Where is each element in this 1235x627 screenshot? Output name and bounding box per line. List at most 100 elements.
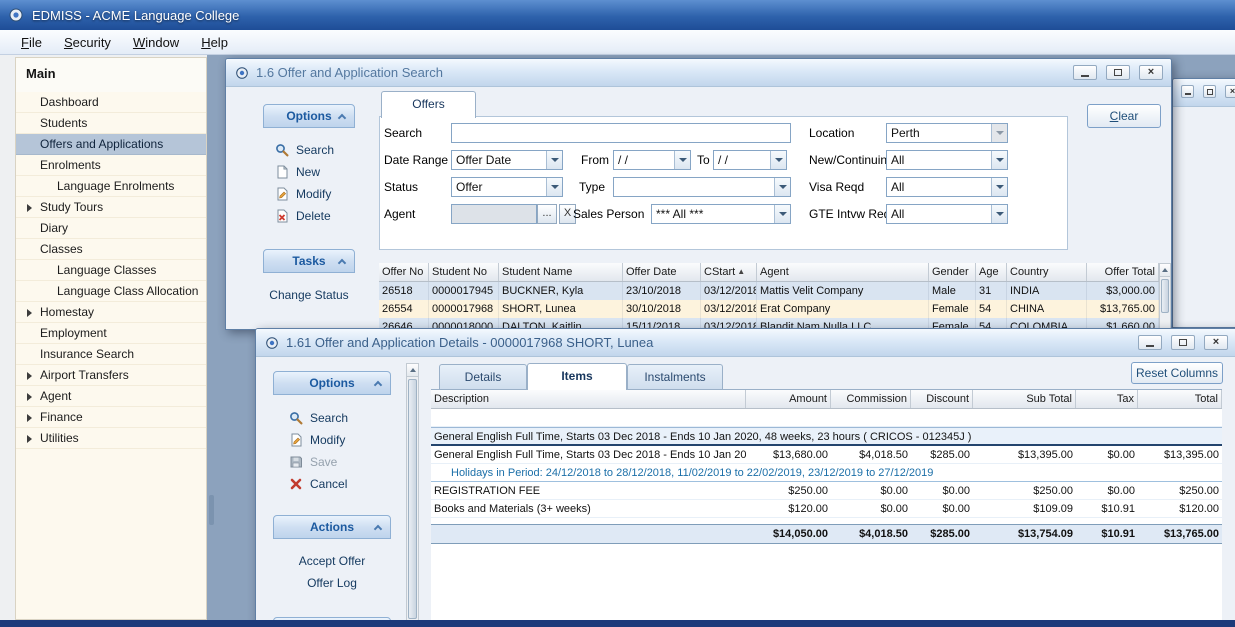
tab-instalments[interactable]: Instalments	[627, 364, 723, 390]
sidebar-item-agent[interactable]: Agent	[16, 386, 206, 407]
table-row[interactable]: Books and Materials (3+ weeks) $120.00 $…	[431, 500, 1222, 518]
column-header-student-no[interactable]: Student No	[429, 263, 499, 281]
results-grid-scrollbar[interactable]	[1159, 263, 1171, 330]
delete-button[interactable]: Delete	[263, 205, 355, 227]
sidebar-splitter[interactable]	[209, 495, 214, 525]
sidebar-item-offers-and-applications[interactable]: Offers and Applications	[16, 134, 206, 155]
location-select[interactable]: Perth	[886, 123, 1008, 143]
column-header-cstart[interactable]: CStart▲	[701, 263, 757, 281]
tab-details[interactable]: Details	[439, 364, 527, 390]
gte-intvw-reqd-select[interactable]: All	[886, 204, 1008, 224]
sidebar-item-utilities[interactable]: Utilities	[16, 428, 206, 449]
column-header-amount[interactable]: Amount	[746, 390, 831, 408]
sidebar-item-language-classes[interactable]: Language Classes	[16, 260, 206, 281]
change-status-button[interactable]: Change Status	[263, 285, 355, 305]
offer-log-button[interactable]: Offer Log	[273, 573, 391, 593]
column-header-agent[interactable]: Agent	[757, 263, 929, 281]
sidebar-item-airport-transfers[interactable]: Airport Transfers	[16, 365, 206, 386]
column-header-student-name[interactable]: Student Name	[499, 263, 623, 281]
sidebar-item-students[interactable]: Students	[16, 113, 206, 134]
tasks-panel-header[interactable]: Tasks	[263, 249, 355, 273]
tab-offers[interactable]: Offers	[381, 91, 476, 118]
minimize-button[interactable]	[1181, 85, 1194, 98]
sidebar-item-employment[interactable]: Employment	[16, 323, 206, 344]
column-header-commission[interactable]: Commission	[831, 390, 911, 408]
new-button[interactable]: New	[263, 161, 355, 183]
restore-button[interactable]	[1203, 85, 1216, 98]
column-header-total[interactable]: Total	[1138, 390, 1222, 408]
column-header-discount[interactable]: Discount	[911, 390, 973, 408]
sort-ascending-icon: ▲	[737, 267, 745, 276]
column-header-gender[interactable]: Gender	[929, 263, 976, 281]
sidebar-item-homestay[interactable]: Homestay	[16, 302, 206, 323]
column-header-country[interactable]: Country	[1007, 263, 1087, 281]
save-button[interactable]: Save	[273, 451, 391, 473]
table-row[interactable]: 26554 0000017968 SHORT, Lunea 30/10/2018…	[379, 300, 1159, 318]
search-window: 1.6 Offer and Application Search × Optio…	[225, 58, 1172, 330]
status-select[interactable]: Offer	[451, 177, 563, 197]
column-header-offer-date[interactable]: Offer Date	[623, 263, 701, 281]
menu-window[interactable]: Window	[122, 32, 190, 53]
actions-panel-header[interactable]: Actions	[273, 515, 391, 539]
menu-help[interactable]: Help	[190, 32, 239, 53]
to-date-input[interactable]: / /	[713, 150, 787, 170]
close-button[interactable]: ×	[1139, 65, 1163, 80]
sidebar-item-study-tours[interactable]: Study Tours	[16, 197, 206, 218]
new-continuing-select[interactable]: All	[886, 150, 1008, 170]
close-button[interactable]: ×	[1225, 85, 1235, 98]
app-title-bar[interactable]: EDMISS - ACME Language College	[0, 0, 1235, 30]
background-window-title-bar[interactable]: ×	[1173, 79, 1235, 107]
tab-items[interactable]: Items	[527, 363, 627, 390]
visa-reqd-select[interactable]: All	[886, 177, 1008, 197]
table-row[interactable]: General English Full Time, Starts 03 Dec…	[431, 446, 1222, 464]
restore-button[interactable]	[1171, 335, 1195, 350]
column-header-age[interactable]: Age	[976, 263, 1007, 281]
sidebar-item-finance[interactable]: Finance	[16, 407, 206, 428]
options-panel-header[interactable]: Options	[263, 104, 355, 128]
search-input[interactable]	[451, 123, 791, 143]
type-select[interactable]	[613, 177, 791, 197]
search-window-title-bar[interactable]: 1.6 Offer and Application Search ×	[226, 59, 1171, 87]
sidebar-item-language-enrolments[interactable]: Language Enrolments	[16, 176, 206, 197]
column-header-offer-total[interactable]: Offer Total	[1087, 263, 1159, 281]
sidebar-item-enrolments[interactable]: Enrolments	[16, 155, 206, 176]
minimize-button[interactable]	[1138, 335, 1162, 350]
from-date-input[interactable]: / /	[613, 150, 691, 170]
expand-arrow-icon	[27, 204, 32, 212]
column-header-description[interactable]: Description	[431, 390, 746, 408]
table-row[interactable]: 26518 0000017945 BUCKNER, Kyla 23/10/201…	[379, 282, 1159, 300]
column-header-offer-no[interactable]: Offer No	[379, 263, 429, 281]
sidebar-item-insurance-search[interactable]: Insurance Search	[16, 344, 206, 365]
menu-security[interactable]: Security	[53, 32, 122, 53]
from-label: From	[581, 150, 609, 170]
clear-button[interactable]: Clear	[1087, 104, 1161, 128]
agent-browse-button[interactable]: ...	[537, 204, 557, 224]
cancel-button[interactable]: Cancel	[273, 473, 391, 495]
table-row[interactable]: REGISTRATION FEE $250.00 $0.00 $0.00 $25…	[431, 482, 1222, 500]
agent-input[interactable]	[451, 204, 537, 224]
scroll-up-icon[interactable]	[1160, 264, 1170, 277]
modify-button[interactable]: Modify	[273, 429, 391, 451]
menu-file[interactable]: File	[10, 32, 53, 53]
options-panel-header[interactable]: Options	[273, 371, 391, 395]
group-header-row[interactable]: General English Full Time, Starts 03 Dec…	[431, 427, 1222, 446]
close-button[interactable]: ×	[1204, 335, 1228, 350]
sales-person-select[interactable]: *** All ***	[651, 204, 791, 224]
sidebar-item-diary[interactable]: Diary	[16, 218, 206, 239]
sidebar-item-dashboard[interactable]: Dashboard	[16, 92, 206, 113]
modify-button[interactable]: Modify	[263, 183, 355, 205]
column-header-sub-total[interactable]: Sub Total	[973, 390, 1076, 408]
details-scrollbar[interactable]	[406, 363, 419, 627]
accept-offer-button[interactable]: Accept Offer	[273, 551, 391, 571]
search-button[interactable]: Search	[263, 139, 355, 161]
scroll-up-icon[interactable]	[407, 364, 418, 377]
restore-button[interactable]	[1106, 65, 1130, 80]
details-window-title-bar[interactable]: 1.61 Offer and Application Details - 000…	[256, 329, 1235, 357]
date-range-select[interactable]: Offer Date	[451, 150, 563, 170]
search-button[interactable]: Search	[273, 407, 391, 429]
reset-columns-button[interactable]: Reset Columns	[1131, 362, 1223, 384]
sidebar-item-classes[interactable]: Classes	[16, 239, 206, 260]
sidebar-item-language-class-allocation[interactable]: Language Class Allocation	[16, 281, 206, 302]
column-header-tax[interactable]: Tax	[1076, 390, 1138, 408]
minimize-button[interactable]	[1073, 65, 1097, 80]
